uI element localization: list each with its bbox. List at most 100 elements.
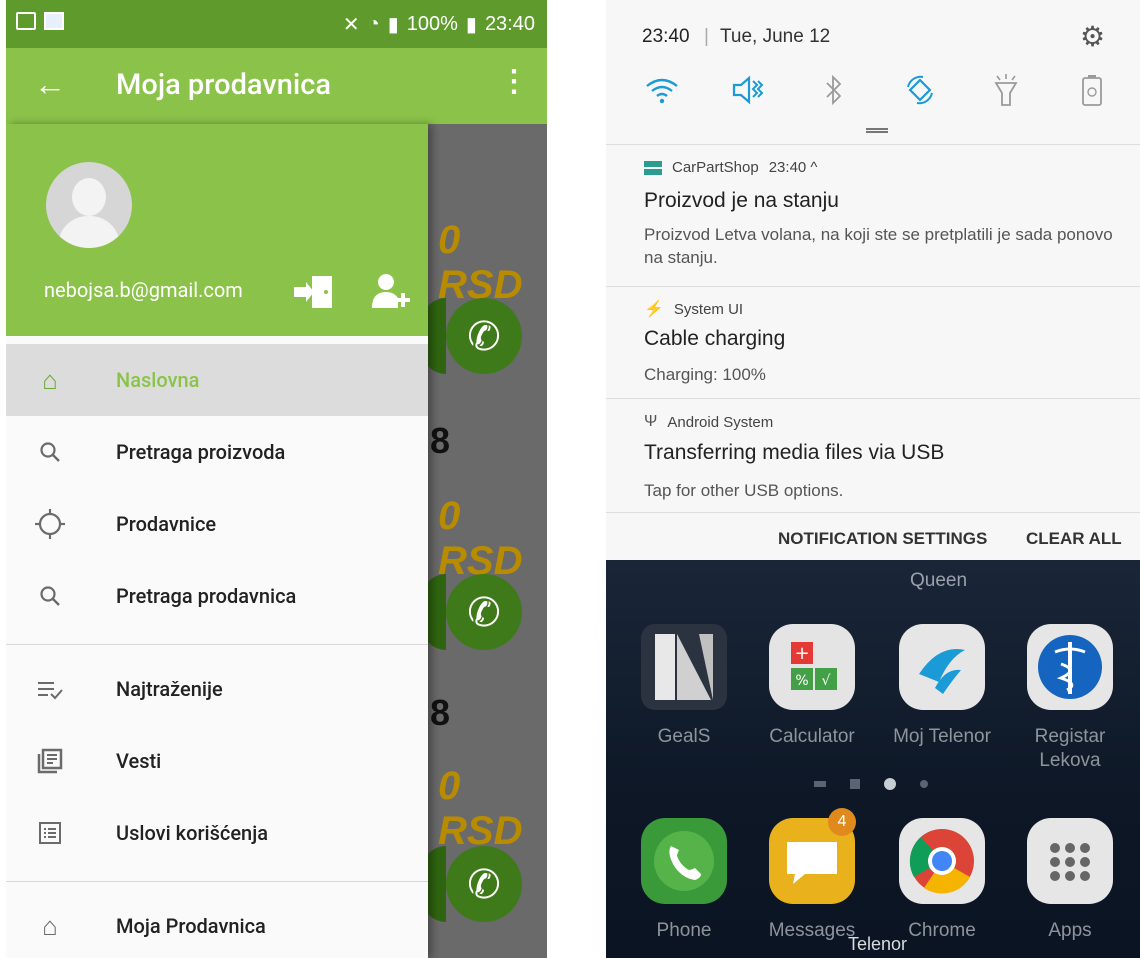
clear-all-button[interactable]: CLEAR ALL	[1026, 529, 1122, 549]
gallery-notification-icon	[16, 12, 36, 30]
app-apps-drawer[interactable]: Apps	[1010, 818, 1130, 943]
home-screen: Queen GealS + % √ Calculator Moj Telenor…	[606, 560, 1140, 958]
add-user-icon[interactable]	[370, 272, 410, 312]
avatar[interactable]	[46, 162, 132, 248]
clock: 23:40	[642, 26, 690, 47]
carrier-name: Telenor	[848, 934, 908, 954]
notification-text: Tap for other USB options.	[644, 481, 844, 500]
quick-toggle-row	[642, 70, 1112, 110]
user-email: nebojsa.b@gmail.com	[44, 278, 243, 302]
telenor-app-icon	[899, 624, 985, 710]
search-icon	[34, 580, 66, 612]
price-text: 0 RSD	[438, 764, 523, 853]
divider	[6, 644, 428, 645]
power-saving-icon[interactable]	[1072, 70, 1112, 110]
wifi-icon[interactable]	[642, 70, 682, 110]
app-notification-icon	[44, 12, 64, 30]
menu-item-prodavnice[interactable]: Prodavnice	[6, 488, 428, 560]
svg-text:√: √	[822, 673, 831, 689]
usb-icon: Ψ	[644, 413, 658, 430]
menu-item-najtrazenije[interactable]: Najtraženije	[6, 653, 428, 725]
price-text: 0 RSD	[438, 494, 523, 583]
sound-mute-icon[interactable]	[728, 70, 768, 110]
page-indicator[interactable]	[814, 778, 928, 790]
wifi-icon: ◔	[367, 13, 380, 35]
flashlight-icon[interactable]	[986, 70, 1026, 110]
app-messages[interactable]: 4 Messages	[752, 808, 872, 943]
svg-text:+: +	[794, 643, 809, 664]
menu-item-label: Pretraga prodavnica	[116, 584, 297, 608]
notification-system-ui[interactable]: ⚡ System UI Cable charging Charging: 100…	[606, 286, 1140, 398]
app-moj-telenor[interactable]: Moj Telenor	[882, 624, 1002, 749]
notification-title: Proizvod je na stanju	[644, 189, 839, 212]
menu-item-pretraga-prodavnica[interactable]: Pretraga prodavnica	[6, 560, 428, 632]
phone-app-icon	[641, 818, 727, 904]
menu-item-vesti[interactable]: Vesti	[6, 725, 428, 797]
geals-app-icon	[641, 624, 727, 710]
app-label: Phone	[656, 920, 712, 941]
chrome-app-icon	[899, 818, 985, 904]
app-registar-lekova[interactable]: Registar Lekova	[1010, 624, 1130, 773]
back-arrow-icon[interactable]: ←	[34, 66, 66, 102]
menu-item-label: Moja Prodavnica	[116, 914, 266, 938]
location-crosshair-icon	[34, 508, 66, 540]
notification-time[interactable]: 23:40 ^	[769, 159, 818, 176]
menu-item-label: Uslovi korišćenja	[116, 821, 268, 845]
search-icon	[34, 436, 66, 468]
gear-icon[interactable]: ⚙	[1080, 20, 1105, 53]
menu-item-label: Vesti	[116, 749, 162, 773]
menu-item-moja-prodavnica[interactable]: ⌂ Moja Prodavnica	[6, 890, 428, 958]
battery-percent: 100%	[406, 13, 458, 35]
notification-list: CarPartShop 23:40 ^ Proizvod je na stanj…	[606, 144, 1140, 560]
news-icon	[34, 745, 66, 777]
app-label: Apps	[1048, 920, 1092, 941]
notification-settings-button[interactable]: NOTIFICATION SETTINGS	[778, 529, 987, 549]
app-phone[interactable]: Phone	[624, 818, 744, 943]
app-label: Moj Telenor	[893, 726, 991, 747]
call-button[interactable]: ✆	[446, 298, 522, 374]
status-bar: ✕ ◔ ▮ 100% ▮ 23:40	[6, 0, 547, 48]
app-calculator[interactable]: + % √ Calculator	[752, 624, 872, 749]
menu-item-pretraga-proizvoda[interactable]: Pretraga proizvoda	[6, 416, 428, 488]
logout-icon[interactable]	[292, 274, 334, 310]
dot	[814, 781, 826, 787]
home-icon: ⌂	[42, 911, 58, 942]
bluetooth-icon[interactable]	[814, 70, 854, 110]
registar-lekova-app-icon	[1027, 624, 1113, 710]
notification-carpartshop[interactable]: CarPartShop 23:40 ^ Proizvod je na stanj…	[606, 144, 1140, 286]
app-label-partial: Queen	[910, 570, 968, 591]
panel-handle[interactable]	[866, 128, 888, 133]
drawer-menu: ⌂ Naslovna Pretraga proizvoda Prodavnice	[6, 344, 428, 958]
app-label: GealS	[657, 726, 711, 747]
app-geals[interactable]: GealS	[624, 624, 744, 749]
notification-android-system[interactable]: Ψ Android System Transferring media file…	[606, 398, 1140, 512]
notification-app-name: System UI	[673, 300, 744, 318]
divider	[6, 881, 428, 882]
calculator-app-icon: + % √	[769, 624, 855, 710]
date: Tue, June 12	[720, 26, 831, 47]
menu-item-label: Najtraženije	[116, 677, 223, 701]
notification-badge: 4	[828, 808, 856, 836]
carpartshop-app-icon	[644, 160, 662, 175]
number-text: 8	[430, 692, 451, 733]
navigation-drawer: nebojsa.b@gmail.com ⌂ Naslovna Pretraga …	[6, 124, 428, 958]
call-button[interactable]: ✆	[446, 846, 522, 922]
notification-app-name: Android System	[667, 413, 774, 431]
menu-item-uslovi-koriscenja[interactable]: Uslovi korišćenja	[6, 797, 428, 869]
battery-icon: ▮	[465, 14, 477, 36]
flash-icon: ⚡	[644, 301, 664, 318]
notification-text: Proizvod Letva volana, na koji ste se pr…	[644, 225, 1113, 267]
app-label: Calculator	[769, 726, 855, 747]
menu-item-naslovna[interactable]: ⌂ Naslovna	[6, 344, 428, 416]
app-label: Registar Lekova	[1034, 726, 1106, 771]
more-options-icon[interactable]: ⋮	[499, 64, 529, 100]
right-phone-screen: 23:40 | Tue, June 12 ⚙ CarPartShop 23:40…	[606, 0, 1140, 958]
call-button[interactable]: ✆	[446, 574, 522, 650]
notification-title: Cable charging	[644, 327, 786, 350]
dot	[920, 780, 928, 788]
apps-grid-icon	[1027, 818, 1113, 904]
auto-rotate-icon[interactable]	[900, 70, 940, 110]
menu-item-label: Prodavnice	[116, 512, 217, 536]
left-phone-screen: ✕ ◔ ▮ 100% ▮ 23:40 ← Moja prodavnica ⋮ 0…	[6, 0, 547, 958]
app-chrome[interactable]: Chrome	[882, 818, 1002, 943]
